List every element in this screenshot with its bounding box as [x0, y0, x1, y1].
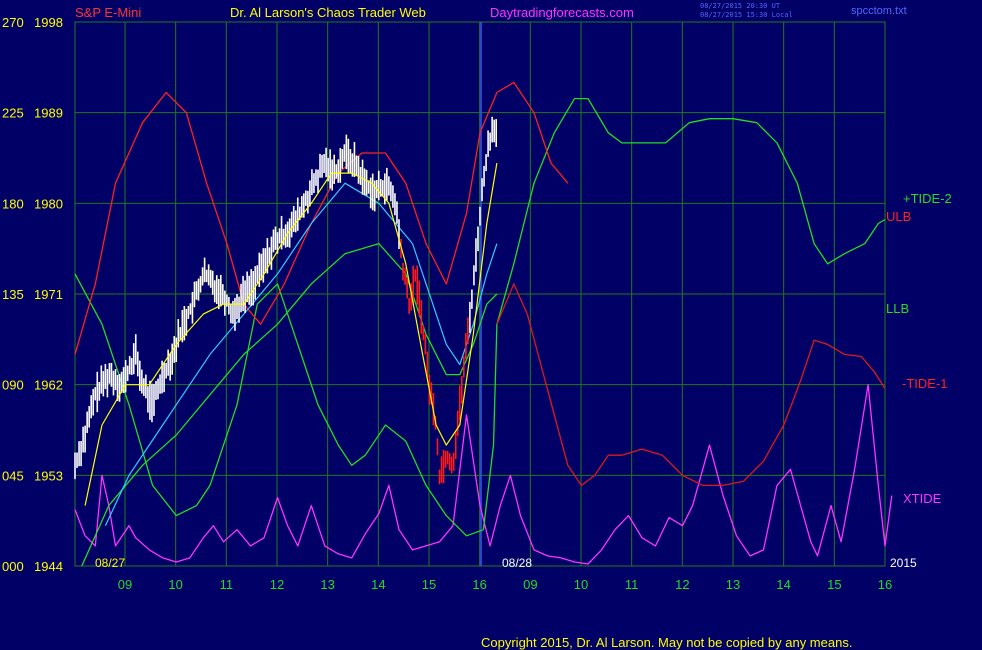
label-ulb: ULB — [886, 209, 911, 224]
y-tick-right: 1971 — [34, 287, 63, 302]
x-tick-label: 16 — [472, 577, 486, 592]
x-tick-label: 12 — [675, 577, 689, 592]
label-xtide: XTIDE — [903, 491, 942, 506]
x-tick-label: 09 — [118, 577, 132, 592]
x-tick-label: 10 — [574, 577, 588, 592]
x-tick-label: 10 — [168, 577, 182, 592]
x-tick-label: 15 — [827, 577, 841, 592]
label-tide1: -TIDE-1 — [902, 376, 948, 391]
x-tick-label: 14 — [776, 577, 790, 592]
label-llb: LLB — [886, 301, 909, 316]
y-tick-left: 225 — [2, 106, 24, 121]
x-tick-label: 12 — [270, 577, 284, 592]
y-tick-left: 045 — [2, 468, 24, 483]
x-tick-label: 16 — [878, 577, 892, 592]
copyright-notice: Copyright 2015, Dr. Al Larson. May not b… — [481, 635, 853, 650]
x-tick-label: 13 — [320, 577, 334, 592]
x-tick-label: 14 — [371, 577, 385, 592]
y-tick-left: 135 — [2, 287, 24, 302]
year-label: 2015 — [890, 556, 917, 570]
y-tick-right: 1962 — [34, 378, 63, 393]
chart-title: Dr. Al Larson's Chaos Trader Web — [230, 5, 426, 20]
x-tick-label: 11 — [625, 577, 639, 592]
x-tick-label: 11 — [220, 577, 234, 592]
x-tick-label: 15 — [422, 577, 436, 592]
site-name: Daytradingforecasts.com — [490, 5, 634, 20]
file-name: spcctom.txt — [851, 5, 907, 17]
y-tick-right: 1953 — [34, 468, 63, 483]
y-tick-left: 090 — [2, 378, 24, 393]
label-tide2: +TIDE-2 — [903, 191, 952, 206]
y-tick-left: 000 — [2, 559, 24, 574]
y-tick-right: 1980 — [34, 196, 63, 211]
y-tick-right: 1944 — [34, 559, 63, 574]
time-stamp-local: 08/27/2015 15:30 Local — [700, 11, 793, 19]
chaos-chart: 270 225 180 135 090 045 000 1998 1989 1980 1971 196… — [0, 0, 982, 650]
time-stamp-ut: 08/27/2015 20:30 UT — [700, 2, 781, 10]
x-tick-label: 13 — [726, 577, 740, 592]
y-tick-right: 1998 — [34, 15, 63, 30]
y-tick-left: 270 — [2, 15, 24, 30]
x-tick-label: 09 — [523, 577, 537, 592]
y-tick-left: 180 — [2, 196, 24, 211]
y-tick-right: 1989 — [34, 106, 63, 121]
instrument-title: S&P E-Mini — [75, 5, 141, 20]
forecast-date-label: 08/28 — [502, 556, 532, 570]
start-date-label: 08/27 — [95, 556, 125, 570]
